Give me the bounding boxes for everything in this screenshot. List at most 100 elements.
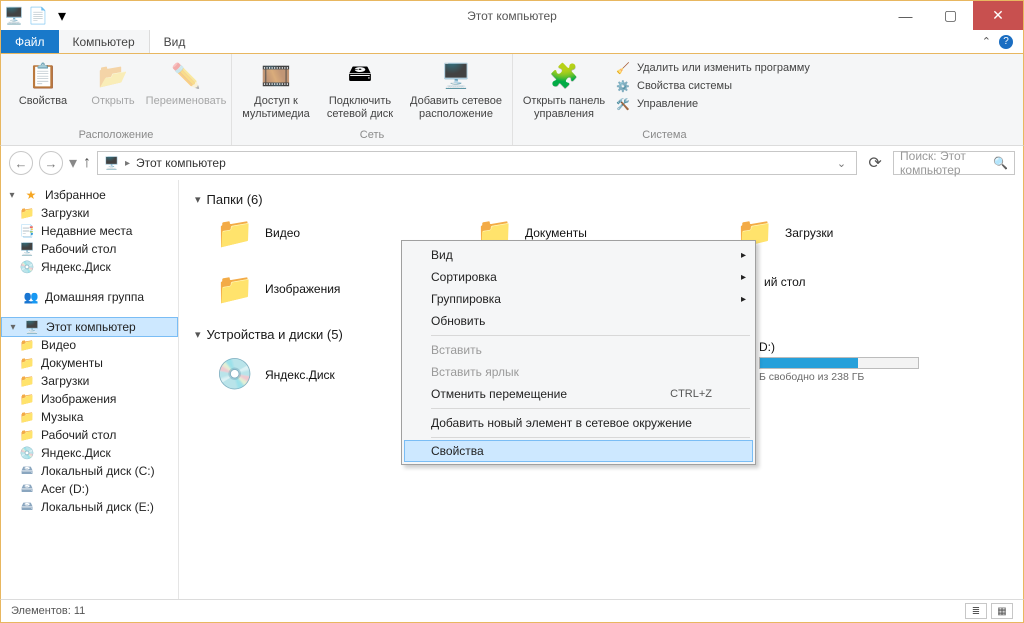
ctx-properties[interactable]: Свойства <box>404 440 753 462</box>
explorer-body: ▾★Избранное 📁Загрузки 📑Недавние места 🖥️… <box>0 180 1024 599</box>
window-title: Этот компьютер <box>1 9 1023 23</box>
sidebar-item-yadisk2[interactable]: 💿Яндекс.Диск <box>1 444 178 462</box>
control-panel-icon: 🧩 <box>548 60 580 92</box>
sidebar-item-drive-c[interactable]: 🖴Локальный диск (C:) <box>1 462 178 480</box>
ctx-paste: Вставить <box>405 339 752 361</box>
status-item-count: Элементов: 11 <box>11 605 85 617</box>
chevron-right-icon: ▸ <box>125 158 130 169</box>
ctx-view[interactable]: Вид▸ <box>405 244 752 266</box>
sidebar-item-desktop[interactable]: 🖥️Рабочий стол <box>1 240 178 258</box>
ribbon-open-button[interactable]: 📂 Открыть <box>85 56 141 108</box>
chevron-down-icon: ▾ <box>195 193 201 206</box>
sidebar-item-video[interactable]: 📁Видео <box>1 336 178 354</box>
folder-icon: 📁 <box>19 427 35 443</box>
chevron-right-icon: ▸ <box>741 294 746 305</box>
search-placeholder: Поиск: Этот компьютер <box>900 149 993 177</box>
breadcrumb-root[interactable]: Этот компьютер <box>136 156 226 170</box>
context-menu: Вид▸ Сортировка▸ Группировка▸ Обновить В… <box>401 240 756 465</box>
sidebar-homegroup[interactable]: 👥Домашняя группа <box>1 288 178 306</box>
nav-up-button[interactable]: ↑ <box>83 154 91 172</box>
help-icon[interactable]: ? <box>999 35 1013 49</box>
tab-file[interactable]: Файл <box>1 30 59 53</box>
ribbon-media-button[interactable]: 🎞️ Доступ к мультимедиа <box>238 56 314 120</box>
content-pane[interactable]: ▾ Папки (6) 📁 Видео 📁 Документы 📁 Загруз… <box>179 180 1023 599</box>
ctx-sort[interactable]: Сортировка▸ <box>405 266 752 288</box>
search-input[interactable]: Поиск: Этот компьютер 🔍 <box>893 151 1015 175</box>
drive-icon: 🖴 <box>19 499 35 515</box>
ribbon-group-location: 📋 Свойства 📂 Открыть ✏️ Переименовать Ра… <box>1 54 232 145</box>
section-folders[interactable]: ▾ Папки (6) <box>195 192 1007 207</box>
folder-icon: 📁 <box>19 355 35 371</box>
chevron-right-icon: ▸ <box>741 272 746 283</box>
nav-back-button[interactable]: ← <box>9 151 33 175</box>
navigation-pane: ▾★Избранное 📁Загрузки 📑Недавние места 🖥️… <box>1 180 179 599</box>
ribbon-control-panel-button[interactable]: 🧩 Открыть панель управления <box>519 56 609 120</box>
breadcrumb[interactable]: 🖥️ ▸ Этот компьютер ⌄ <box>97 151 857 175</box>
view-tiles-button[interactable]: ▦ <box>991 603 1013 619</box>
ribbon-group-system-label: Система <box>519 127 810 145</box>
ctx-add-network[interactable]: Добавить новый элемент в сетевое окружен… <box>405 412 752 434</box>
ribbon-manage-button[interactable]: 🛠️Управление <box>615 96 810 112</box>
ctx-shortcut-label: CTRL+Z <box>670 388 712 400</box>
folder-icon: 📁 <box>19 373 35 389</box>
ctx-paste-shortcut: Вставить ярлык <box>405 361 752 383</box>
folder-desktop-partial[interactable]: ий стол <box>764 275 884 289</box>
nav-forward-button[interactable]: → <box>39 151 63 175</box>
yadisk-icon: 💿 <box>19 259 35 275</box>
collapse-ribbon-icon[interactable]: ⌃ <box>982 35 991 48</box>
recent-icon: 📑 <box>19 223 35 239</box>
add-network-icon: 🖥️ <box>440 60 472 92</box>
ribbon-system-properties-button[interactable]: ⚙️Свойства системы <box>615 78 810 94</box>
ctx-refresh[interactable]: Обновить <box>405 310 752 332</box>
ribbon-group-network-label: Сеть <box>238 127 506 145</box>
search-icon: 🔍 <box>993 156 1008 170</box>
manage-icon: 🛠️ <box>615 96 631 112</box>
sidebar-item-desktop2[interactable]: 📁Рабочий стол <box>1 426 178 444</box>
rename-icon: ✏️ <box>170 60 202 92</box>
folder-downloads[interactable]: 📁 Загрузки <box>735 215 975 251</box>
tab-computer[interactable]: Компьютер <box>59 30 150 53</box>
sidebar-item-downloads2[interactable]: 📁Загрузки <box>1 372 178 390</box>
pc-icon: 🖥️ <box>24 319 40 335</box>
media-icon: 🎞️ <box>260 60 292 92</box>
tab-view[interactable]: Вид <box>150 30 200 53</box>
sidebar-item-drive-e[interactable]: 🖴Локальный диск (E:) <box>1 498 178 516</box>
drive-yadisk[interactable]: 💿 Яндекс.Диск <box>215 350 415 399</box>
sidebar-item-downloads[interactable]: 📁Загрузки <box>1 204 178 222</box>
sidebar-item-yadisk[interactable]: 💿Яндекс.Диск <box>1 258 178 276</box>
status-bar: Элементов: 11 ≣ ▦ <box>0 599 1024 623</box>
star-icon: ★ <box>23 187 39 203</box>
ctx-group[interactable]: Группировка▸ <box>405 288 752 310</box>
ribbon-group-network: 🎞️ Доступ к мультимедиа 🖴 Подключить сет… <box>232 54 513 145</box>
chevron-down-icon[interactable]: ⌄ <box>833 157 850 170</box>
ribbon-map-drive-button[interactable]: 🖴 Подключить сетевой диск <box>320 56 400 120</box>
folder-icon: 📁 <box>19 409 35 425</box>
sidebar-item-music[interactable]: 📁Музыка <box>1 408 178 426</box>
pc-glyph-icon: 🖥️ <box>104 156 119 170</box>
dvd-icon: 💿 <box>215 357 255 393</box>
titlebar: 🖥️ 📄 ▾ Этот компьютер — ▢ ✕ <box>0 0 1024 30</box>
sidebar-item-recent[interactable]: 📑Недавние места <box>1 222 178 240</box>
capacity-bar-d <box>759 357 919 369</box>
folder-icon: 📁 <box>215 271 255 307</box>
yadisk-icon: 💿 <box>19 445 35 461</box>
ribbon-properties-button[interactable]: 📋 Свойства <box>7 56 79 108</box>
ribbon-group-location-label: Расположение <box>7 127 225 145</box>
refresh-button[interactable]: ⟳ <box>863 151 887 175</box>
sidebar-item-documents[interactable]: 📁Документы <box>1 354 178 372</box>
sidebar-item-drive-d[interactable]: 🖴Acer (D:) <box>1 480 178 498</box>
ctx-undo-move[interactable]: Отменить перемещениеCTRL+Z <box>405 383 752 405</box>
ribbon-add-network-button[interactable]: 🖥️ Добавить сетевое расположение <box>406 56 506 120</box>
sidebar-favorites[interactable]: ▾★Избранное <box>1 186 178 204</box>
sidebar-item-pictures[interactable]: 📁Изображения <box>1 390 178 408</box>
ribbon-rename-button[interactable]: ✏️ Переименовать <box>147 56 225 108</box>
chevron-down-icon: ▾ <box>195 328 201 341</box>
view-details-button[interactable]: ≣ <box>965 603 987 619</box>
ribbon: 📋 Свойства 📂 Открыть ✏️ Переименовать Ра… <box>0 54 1024 146</box>
ribbon-tabs: Файл Компьютер Вид ⌃ ? <box>0 30 1024 54</box>
drive-icon: 🖴 <box>19 481 35 497</box>
ribbon-uninstall-button[interactable]: 🧹Удалить или изменить программу <box>615 60 810 76</box>
nav-history-dropdown[interactable]: ▾ <box>69 153 77 173</box>
sidebar-thispc[interactable]: ▾🖥️Этот компьютер <box>1 317 178 337</box>
drive-d-partial[interactable]: D:) Б свободно из 238 ГБ <box>759 340 959 383</box>
